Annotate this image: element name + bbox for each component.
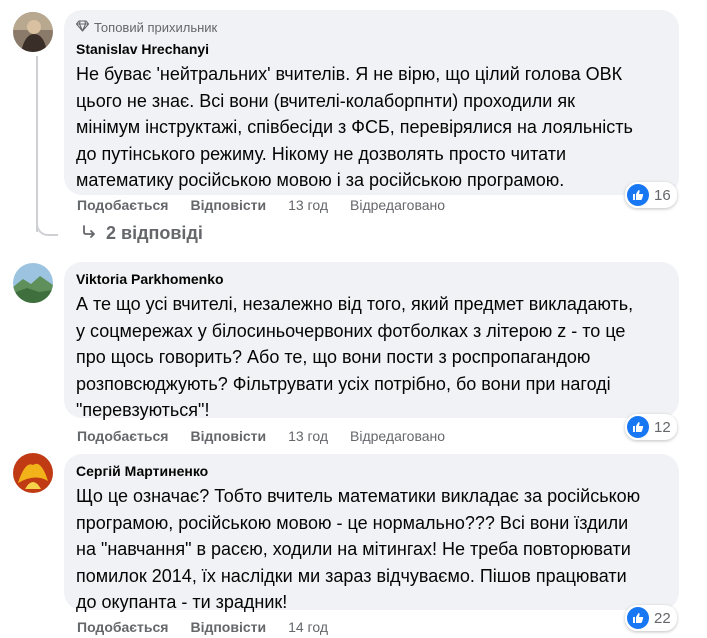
comment-actions: Подобається Відповісти 13 год Відредагов… <box>77 197 445 213</box>
comment-author[interactable]: Stanislav Hrechanyi <box>76 40 667 58</box>
edited-label[interactable]: Відредаговано <box>350 428 445 444</box>
replies-count: 2 відповіді <box>106 223 203 243</box>
edited-label[interactable]: Відредаговано <box>350 197 445 213</box>
reaction-count[interactable]: 16 <box>625 182 677 208</box>
reaction-number: 22 <box>654 609 671 627</box>
like-button[interactable]: Подобається <box>77 619 168 635</box>
comment-bubble: Топовий прихильник Stanislav Hrechanyi Н… <box>64 10 679 195</box>
comment-text: Не буває 'нейтральних' вчителів. Я не ві… <box>76 64 633 190</box>
reaction-count[interactable]: 12 <box>625 414 677 440</box>
like-icon <box>627 416 649 438</box>
comment-author[interactable]: Viktoria Parkhomenko <box>76 270 667 288</box>
reply-button[interactable]: Відповісти <box>190 197 266 213</box>
comment-bubble: Сергій Мартиненко Що це означає? Тобто в… <box>64 454 679 612</box>
comment-text: Що це означає? Тобто вчитель математики … <box>76 486 641 612</box>
timestamp[interactable]: 14 год <box>288 619 328 635</box>
comment-author[interactable]: Сергій Мартиненко <box>76 462 667 480</box>
like-icon <box>627 184 649 206</box>
top-fan-badge: Топовий прихильник <box>75 18 667 36</box>
reaction-count[interactable]: 22 <box>625 605 677 631</box>
reply-arrow-icon <box>82 223 96 244</box>
reaction-number: 12 <box>654 418 671 436</box>
comment-text: А те що усі вчителі, незалежно від того,… <box>76 294 634 420</box>
like-button[interactable]: Подобається <box>77 428 168 444</box>
avatar[interactable] <box>13 12 53 52</box>
avatar[interactable] <box>13 453 53 493</box>
like-icon <box>627 607 649 629</box>
avatar[interactable] <box>13 263 53 303</box>
badge-label: Топовий прихильник <box>94 19 218 35</box>
diamond-icon <box>75 19 90 35</box>
reaction-number: 16 <box>654 186 671 204</box>
thread-connector <box>36 214 58 236</box>
reply-button[interactable]: Відповісти <box>190 619 266 635</box>
timestamp[interactable]: 13 год <box>288 428 328 444</box>
comment-actions: Подобається Відповісти 14 год <box>77 619 328 635</box>
view-replies-link[interactable]: 2 відповіді <box>82 223 203 244</box>
comment-bubble: Viktoria Parkhomenko А те що усі вчителі… <box>64 262 679 420</box>
comment-actions: Подобається Відповісти 13 год Відредагов… <box>77 428 445 444</box>
thread-line <box>36 56 38 232</box>
reply-button[interactable]: Відповісти <box>190 428 266 444</box>
timestamp[interactable]: 13 год <box>288 197 328 213</box>
like-button[interactable]: Подобається <box>77 197 168 213</box>
